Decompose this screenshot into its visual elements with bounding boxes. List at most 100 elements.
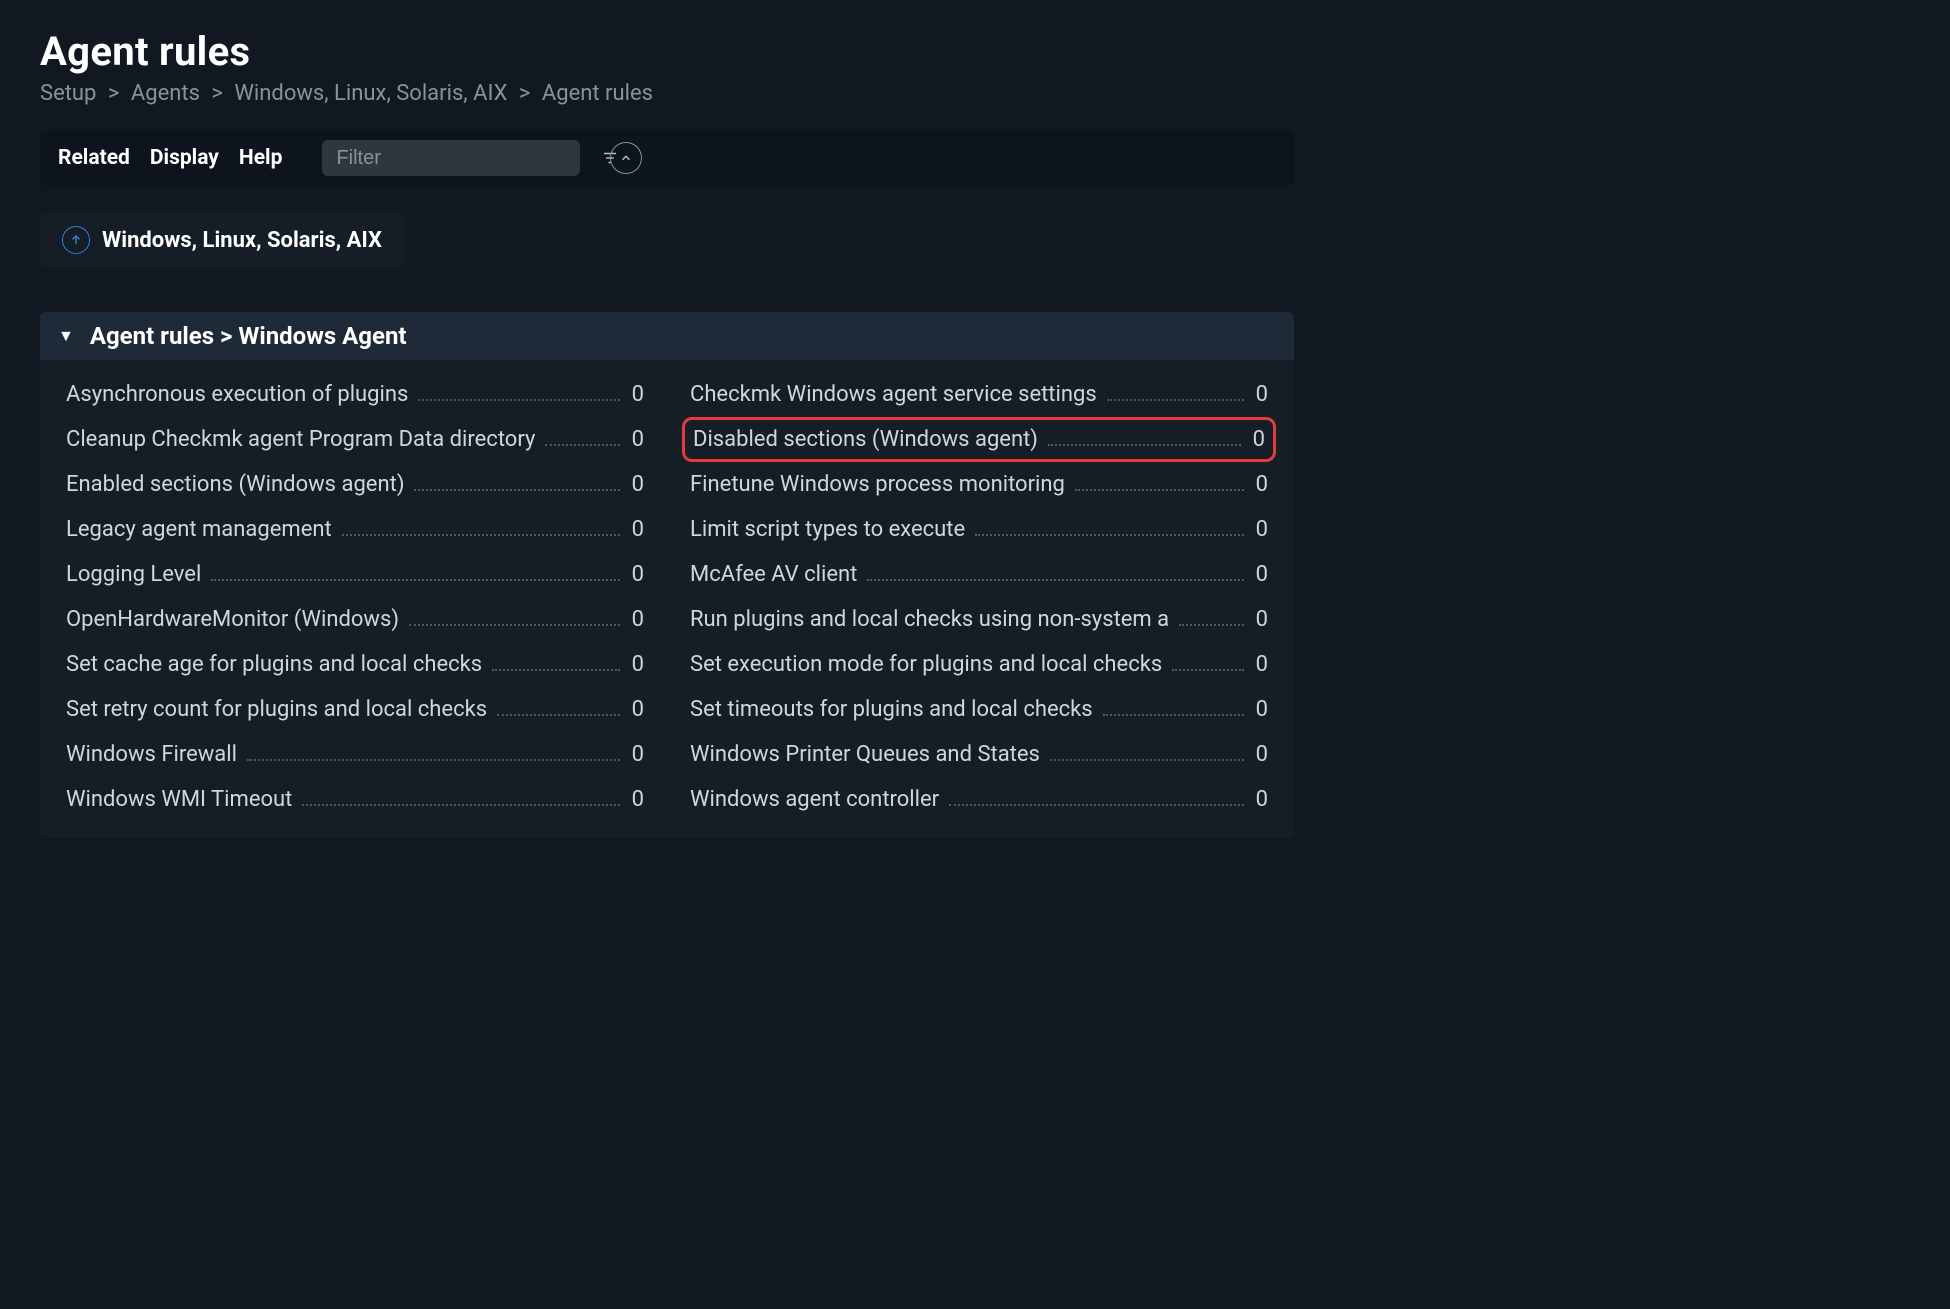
rule-count: 0 [630,517,644,542]
filter-box[interactable] [322,140,580,176]
rule-row[interactable]: McAfee AV client 0 [682,552,1276,597]
dots-leader [418,399,620,401]
dots-leader [1107,399,1244,401]
dots-leader [949,804,1244,806]
rule-row[interactable]: Finetune Windows process monitoring 0 [682,462,1276,507]
dots-leader [1075,489,1244,491]
rule-count: 0 [1254,472,1268,497]
display-menu[interactable]: Display [150,146,219,170]
rule-row[interactable]: Windows agent controller 0 [682,777,1276,822]
dots-leader [211,579,620,581]
rule-row[interactable]: Windows WMI Timeout0 [58,777,652,822]
rule-label: Set execution mode for plugins and local… [690,652,1162,677]
breadcrumb: Setup > Agents > Windows, Linux, Solaris… [40,81,1294,106]
rule-row[interactable]: Set timeouts for plugins and local check… [682,687,1276,732]
dots-leader [492,669,620,671]
rule-count: 0 [630,607,644,632]
rule-row[interactable]: Set execution mode for plugins and local… [682,642,1276,687]
dots-leader [867,579,1244,581]
rule-count: 0 [630,382,644,407]
dots-leader [302,804,620,806]
rule-label: Enabled sections (Windows agent) [66,472,404,497]
rule-count: 0 [630,787,644,812]
rule-row[interactable]: OpenHardwareMonitor (Windows) 0 [58,597,652,642]
rule-label: Windows agent controller [690,787,939,812]
rule-label: Windows Firewall [66,742,237,767]
rule-count: 0 [1254,517,1268,542]
section-header[interactable]: ▼ Agent rules > Windows Agent [40,312,1294,360]
breadcrumb-item[interactable]: Setup [40,81,96,106]
rule-count: 0 [1254,787,1268,812]
rule-count: 0 [1254,562,1268,587]
dots-leader [545,444,620,446]
rule-row[interactable]: Limit script types to execute 0 [682,507,1276,552]
rules-section: ▼ Agent rules > Windows Agent Asynchrono… [40,312,1294,838]
page-title: Agent rules [40,28,1294,75]
breadcrumb-sep: > [519,81,531,106]
dots-leader [497,714,620,716]
breadcrumb-sep: > [211,81,223,106]
help-menu[interactable]: Help [239,146,283,170]
rule-label: Cleanup Checkmk agent Program Data direc… [66,427,535,452]
rule-label: Set cache age for plugins and local chec… [66,652,482,677]
rule-label: Windows Printer Queues and States [690,742,1040,767]
rule-label: Checkmk Windows agent service settings [690,382,1097,407]
dots-leader [247,759,620,761]
up-arrow-circle-icon [62,226,90,254]
dots-leader [1179,624,1244,626]
rule-label: OpenHardwareMonitor (Windows) [66,607,399,632]
rule-count: 0 [630,697,644,722]
dots-leader [414,489,620,491]
rule-row[interactable]: Run plugins and local checks using non-s… [682,597,1276,642]
dots-leader [975,534,1244,536]
section-title: Agent rules > Windows Agent [90,322,407,350]
rule-row[interactable]: Windows Firewall 0 [58,732,652,777]
rule-count: 0 [630,472,644,497]
dots-leader [1172,669,1244,671]
rule-count: 0 [630,652,644,677]
dots-leader [1050,759,1244,761]
triangle-down-icon: ▼ [58,326,74,346]
chevron-up-icon [619,151,633,165]
rule-row[interactable]: Logging Level 0 [58,552,652,597]
rule-label: Finetune Windows process monitoring [690,472,1065,497]
rule-row[interactable]: Windows Printer Queues and States 0 [682,732,1276,777]
collapse-all-button[interactable] [610,142,642,174]
rule-count: 0 [630,562,644,587]
rule-row[interactable]: Set cache age for plugins and local chec… [58,642,652,687]
rule-count: 0 [1251,427,1265,452]
breadcrumb-sep: > [108,81,120,106]
rule-label: Legacy agent management [66,517,332,542]
rule-count: 0 [630,742,644,767]
filter-input[interactable] [336,147,601,170]
dots-leader [1048,444,1241,446]
rule-label: Run plugins and local checks using non-s… [690,607,1169,632]
breadcrumb-item[interactable]: Windows, Linux, Solaris, AIX [234,81,507,106]
rule-row[interactable]: Disabled sections (Windows agent) 0 [682,417,1276,462]
dots-leader [409,624,620,626]
rule-label: McAfee AV client [690,562,857,587]
rule-count: 0 [630,427,644,452]
rule-count: 0 [1254,742,1268,767]
rule-row[interactable]: Checkmk Windows agent service settings 0 [682,372,1276,417]
dots-leader [342,534,620,536]
breadcrumb-item[interactable]: Agents [131,81,200,106]
rule-label: Set timeouts for plugins and local check… [690,697,1093,722]
rule-label: Limit script types to execute [690,517,965,542]
breadcrumb-item[interactable]: Agent rules [542,81,653,106]
toolbar: Related Display Help [40,130,1294,186]
rule-row[interactable]: Asynchronous execution of plugins 0 [58,372,652,417]
rule-count: 0 [1254,382,1268,407]
context-chip[interactable]: Windows, Linux, Solaris, AIX [40,212,404,268]
rule-label: Logging Level [66,562,201,587]
related-menu[interactable]: Related [58,146,130,170]
rule-row[interactable]: Legacy agent management 0 [58,507,652,552]
rule-count: 0 [1254,697,1268,722]
rule-row[interactable]: Enabled sections (Windows agent) 0 [58,462,652,507]
rule-label: Disabled sections (Windows agent) [693,427,1038,452]
rule-label: Asynchronous execution of plugins [66,382,408,407]
dots-leader [1103,714,1244,716]
rule-row[interactable]: Set retry count for plugins and local ch… [58,687,652,732]
rule-label: Set retry count for plugins and local ch… [66,697,487,722]
rule-row[interactable]: Cleanup Checkmk agent Program Data direc… [58,417,652,462]
